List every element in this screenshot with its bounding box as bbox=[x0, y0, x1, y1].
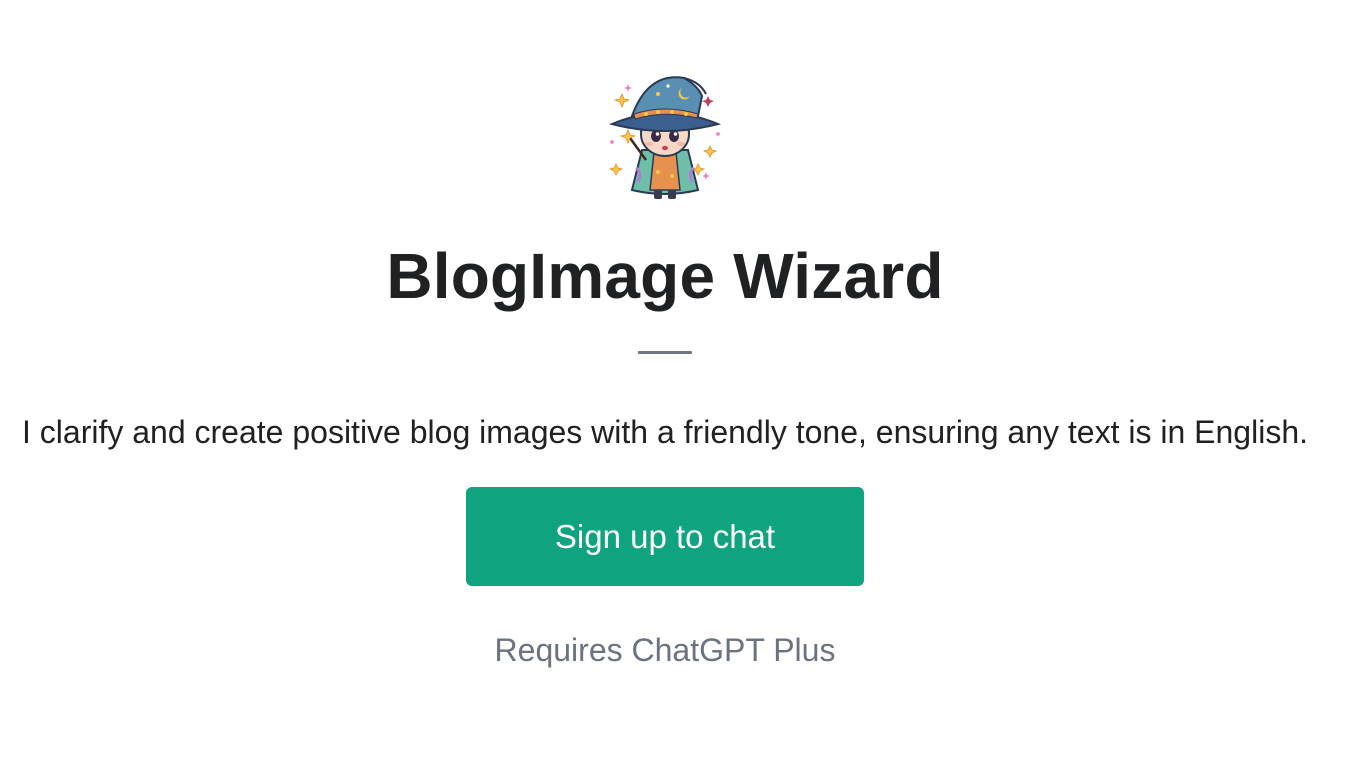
sign-up-to-chat-button[interactable]: Sign up to chat bbox=[466, 487, 864, 586]
wizard-avatar-icon bbox=[602, 72, 728, 204]
title-divider bbox=[638, 351, 692, 354]
requirement-note: Requires ChatGPT Plus bbox=[494, 632, 836, 668]
gpt-landing-page: BlogImage Wizard I clarify and create po… bbox=[0, 0, 1360, 764]
gpt-title: BlogImage Wizard bbox=[386, 240, 944, 312]
gpt-description: I clarify and create positive blog image… bbox=[22, 414, 1308, 450]
